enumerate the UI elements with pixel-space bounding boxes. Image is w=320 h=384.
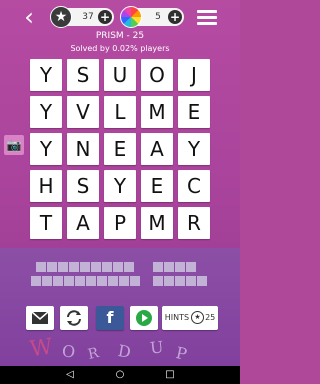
letter-tile[interactable]: Y <box>30 59 62 91</box>
back-icon[interactable]: ‹ <box>18 5 40 29</box>
letter-tile[interactable]: Y <box>30 133 62 165</box>
answer-slot <box>186 276 196 286</box>
answer-slot <box>91 262 101 272</box>
add-stars-icon[interactable]: + <box>98 10 112 24</box>
action-bar: f HINTS ★ 25 <box>0 306 240 332</box>
answer-slot <box>86 276 96 286</box>
logo-letter: O <box>61 341 77 362</box>
solved-stats: Solved by 0.02% players <box>70 44 170 53</box>
star-icon: ★ <box>50 6 72 28</box>
letter-tile[interactable]: E <box>178 96 210 128</box>
answer-slot <box>153 262 163 272</box>
answer-slot <box>80 262 90 272</box>
logo-letter: D <box>116 341 133 362</box>
letter-tile[interactable]: U <box>104 59 136 91</box>
answer-slot <box>69 262 79 272</box>
answer-slot <box>164 262 174 272</box>
nav-back-icon[interactable]: ◁ <box>64 369 76 381</box>
letter-tile[interactable]: R <box>178 207 210 239</box>
letter-tile[interactable]: A <box>141 133 173 165</box>
letter-tile[interactable]: Y <box>30 96 62 128</box>
letter-grid: YSUOJYVLMEYNEAYHSYECTAPMR <box>30 59 210 239</box>
refresh-icon <box>67 310 81 326</box>
answer-slot <box>108 276 118 286</box>
color-wheel-icon <box>120 6 142 28</box>
answer-slots <box>0 262 240 292</box>
logo-letter: R <box>86 345 101 363</box>
puzzle-title: PRISM - 25 <box>95 31 145 41</box>
logo-letter: U <box>149 337 165 358</box>
letter-tile[interactable]: M <box>141 96 173 128</box>
letter-tile[interactable]: S <box>67 59 99 91</box>
camera-icon[interactable]: 📷 <box>4 135 24 155</box>
stars-count: 37 <box>82 12 94 22</box>
answer-slot <box>175 276 185 286</box>
answer-slot <box>36 262 46 272</box>
nav-home-icon[interactable]: ○ <box>114 369 126 381</box>
answer-slot <box>53 276 63 286</box>
answer-slot <box>197 276 207 286</box>
answer-slot <box>75 276 85 286</box>
answer-slot <box>119 276 129 286</box>
letter-tile[interactable]: Y <box>178 133 210 165</box>
logo-letter: P <box>174 343 189 364</box>
letter-tile[interactable]: O <box>141 59 173 91</box>
letter-tile[interactable]: T <box>30 207 62 239</box>
letter-tile[interactable]: Y <box>104 170 136 202</box>
letter-tile[interactable]: L <box>104 96 136 128</box>
facebook-button[interactable]: f <box>96 306 124 330</box>
hints-label: HINTS <box>164 313 190 322</box>
letter-tile[interactable]: C <box>178 170 210 202</box>
letter-tile[interactable]: E <box>141 170 173 202</box>
play-icon <box>136 310 152 326</box>
word-up-logo: WORDUP <box>0 332 240 366</box>
letter-tile[interactable]: J <box>178 59 210 91</box>
answer-slot <box>102 262 112 272</box>
answer-slot <box>130 276 140 286</box>
answer-slot <box>42 276 52 286</box>
hints-button[interactable]: HINTS ★ 25 <box>162 306 218 330</box>
letter-tile[interactable]: P <box>104 207 136 239</box>
letter-tile[interactable]: H <box>30 170 62 202</box>
letter-tile[interactable]: S <box>67 170 99 202</box>
answer-slot <box>64 276 74 286</box>
letter-tile[interactable]: N <box>67 133 99 165</box>
refresh-button[interactable] <box>60 306 88 330</box>
hint-star-icon: ★ <box>191 311 205 324</box>
envelope-icon <box>31 311 49 324</box>
answer-slot <box>186 262 196 272</box>
android-nav-bar: ◁ ○ □ <box>0 366 240 384</box>
answer-slot <box>58 262 68 272</box>
game-screen: ‹ ★ 37 + 5 + PRISM - 25 Solved by 0.02% … <box>0 0 240 384</box>
colors-count: 5 <box>155 12 161 22</box>
answer-slot <box>175 262 185 272</box>
add-colors-icon[interactable]: + <box>168 10 182 24</box>
video-hint-button[interactable] <box>130 306 158 330</box>
answer-slot <box>47 262 57 272</box>
letter-tile[interactable]: V <box>67 96 99 128</box>
logo-letter: W <box>28 334 55 363</box>
answer-slot <box>124 262 134 272</box>
answer-slot <box>97 276 107 286</box>
answer-slot <box>31 276 41 286</box>
colors-counter[interactable]: 5 + <box>120 6 184 28</box>
letter-tile[interactable]: E <box>104 133 136 165</box>
letter-tile[interactable]: M <box>141 207 173 239</box>
hints-count: 25 <box>205 313 216 322</box>
hamburger-menu-icon[interactable] <box>197 10 217 25</box>
answer-slot <box>153 276 163 286</box>
nav-recents-icon[interactable]: □ <box>164 369 176 381</box>
answer-slot <box>164 276 174 286</box>
letter-tile[interactable]: A <box>67 207 99 239</box>
stars-counter[interactable]: ★ 37 + <box>50 6 114 28</box>
answer-slot <box>113 262 123 272</box>
mail-button[interactable] <box>26 306 54 330</box>
